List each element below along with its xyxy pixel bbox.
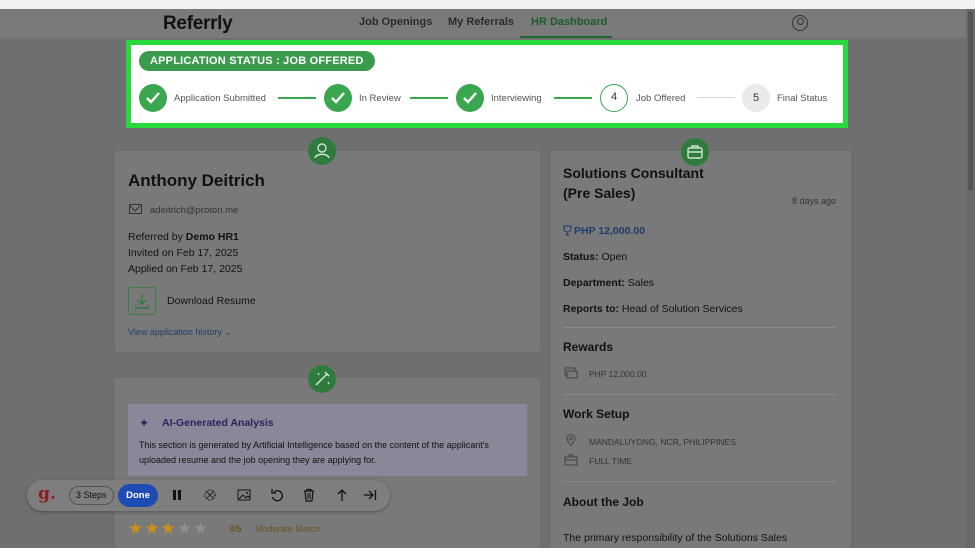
step-3-check-icon xyxy=(456,84,484,112)
employment-type: FULL TIME xyxy=(589,456,632,466)
step-label-in-review: In Review xyxy=(359,93,401,104)
star-empty-icon: ★ xyxy=(176,519,192,538)
match-rating-stars: ★★★★★ xyxy=(128,520,209,539)
pause-icon[interactable] xyxy=(170,488,184,502)
invited-date: Invited on Feb 17, 2025 xyxy=(128,247,239,259)
browser-top-strip xyxy=(0,0,975,9)
rewards-heading: Rewards xyxy=(563,340,614,354)
steps-count-badge[interactable]: 3 Steps xyxy=(69,486,114,505)
step-label-final-status: Final Status xyxy=(777,93,828,104)
recorder-logo[interactable]: g. xyxy=(38,484,56,504)
job-location: MANDALUYONG, NCR, PHILIPPINES xyxy=(589,437,736,447)
divider xyxy=(563,394,836,395)
posted-time: 8 days ago xyxy=(792,196,837,206)
job-reports-label: Reports to: xyxy=(563,303,619,315)
job-reports-row: Reports to: Head of Solution Services xyxy=(563,303,743,315)
step-label-application-submitted: Application Submitted xyxy=(174,93,266,104)
job-status-label: Status: xyxy=(563,251,599,263)
status-pill: APPLICATION STATUS : JOB OFFERED xyxy=(139,51,375,71)
job-department-value: Sales xyxy=(627,277,655,289)
match-label: Moderate Match xyxy=(255,524,321,534)
nav-my-referrals[interactable]: My Referrals xyxy=(448,16,514,28)
step-2-check-icon xyxy=(324,84,352,112)
step-5-number: 5 xyxy=(742,84,770,112)
work-setup-heading: Work Setup xyxy=(563,407,630,421)
referred-by-line: Referred by Demo HR1 xyxy=(128,231,239,243)
share-up-arrow-icon[interactable] xyxy=(335,488,349,502)
step-label-job-offered: Job Offered xyxy=(636,93,686,104)
application-status-banner: APPLICATION STATUS : JOB OFFERED Applica… xyxy=(126,40,848,128)
job-status-row: Status: Open xyxy=(563,251,627,263)
skip-to-end-icon[interactable] xyxy=(363,488,377,502)
job-salary: PHP 12,000.00 xyxy=(574,225,646,237)
trophy-icon xyxy=(563,225,572,236)
about-job-text: The primary responsibility of the Soluti… xyxy=(563,532,788,544)
job-status-value: Open xyxy=(601,251,628,263)
star-filled-icon: ★ xyxy=(144,519,160,538)
trash-icon[interactable] xyxy=(302,488,316,502)
step-connector xyxy=(278,97,316,99)
active-nav-indicator xyxy=(520,36,612,38)
view-application-history-link[interactable]: View application history ⌄ xyxy=(128,327,232,338)
magic-wand-icon xyxy=(308,365,336,393)
recorder-toolbar: g. 3 Steps Done xyxy=(27,480,390,511)
step-label-interviewing: Interviewing xyxy=(491,93,542,104)
sparkle-icon: ✦ xyxy=(139,416,150,430)
star-filled-icon: ★ xyxy=(160,519,176,538)
image-icon[interactable] xyxy=(237,488,251,502)
job-title: Solutions Consultant (Pre Sales) xyxy=(563,165,704,201)
chevron-down-icon: ⌄ xyxy=(224,327,232,337)
job-reports-value: Head of Solution Services xyxy=(621,303,743,315)
done-button[interactable]: Done xyxy=(118,484,158,507)
step-connector xyxy=(410,97,448,99)
ai-analysis-text: This section is generated by Artificial … xyxy=(139,440,489,465)
reward-amount: PHP 12,000.00 xyxy=(589,369,647,379)
divider xyxy=(563,481,836,482)
step-4-number: 4 xyxy=(600,84,628,112)
nav-job-openings[interactable]: Job Openings xyxy=(359,16,432,28)
nav-hr-dashboard[interactable]: HR Dashboard xyxy=(531,16,607,28)
app-header: Referrly Job Openings My Referrals HR Da… xyxy=(0,9,966,38)
briefcase-icon xyxy=(681,138,709,166)
app-logo[interactable]: Referrly xyxy=(163,13,233,35)
page-scrollbar[interactable] xyxy=(966,9,975,548)
blur-icon[interactable] xyxy=(203,488,217,502)
briefcase-small-icon xyxy=(564,454,578,466)
job-department-row: Department: Sales xyxy=(563,277,654,289)
scrollbar-thumb[interactable] xyxy=(968,11,973,191)
candidate-name: Anthony Deitrich xyxy=(128,171,265,190)
step-connector xyxy=(554,97,592,99)
referred-by-prefix: Referred by xyxy=(128,231,186,243)
undo-icon[interactable] xyxy=(270,488,284,502)
step-1-check-icon xyxy=(139,84,167,112)
job-department-label: Department: xyxy=(563,277,625,289)
referrer-name: Demo HR1 xyxy=(185,231,239,243)
history-link-label[interactable]: View application history xyxy=(128,327,222,337)
profile-icon[interactable] xyxy=(792,15,808,31)
user-icon xyxy=(308,137,336,165)
ai-analysis-title: AI-Generated Analysis xyxy=(162,417,274,429)
download-resume-button[interactable]: Download Resume xyxy=(167,295,256,307)
money-icon xyxy=(564,367,578,379)
applied-date: Applied on Feb 17, 2025 xyxy=(128,263,243,275)
divider xyxy=(563,327,836,328)
candidate-email[interactable]: adeitrich@proton.me xyxy=(150,205,238,216)
step-connector-pending xyxy=(697,97,735,98)
star-empty-icon: ★ xyxy=(193,519,209,538)
match-score: 3/5 xyxy=(229,524,242,534)
mail-icon xyxy=(129,204,142,214)
download-icon[interactable] xyxy=(128,287,156,315)
location-pin-icon xyxy=(566,434,576,446)
about-job-heading: About the Job xyxy=(563,495,644,509)
star-filled-icon: ★ xyxy=(128,519,144,538)
